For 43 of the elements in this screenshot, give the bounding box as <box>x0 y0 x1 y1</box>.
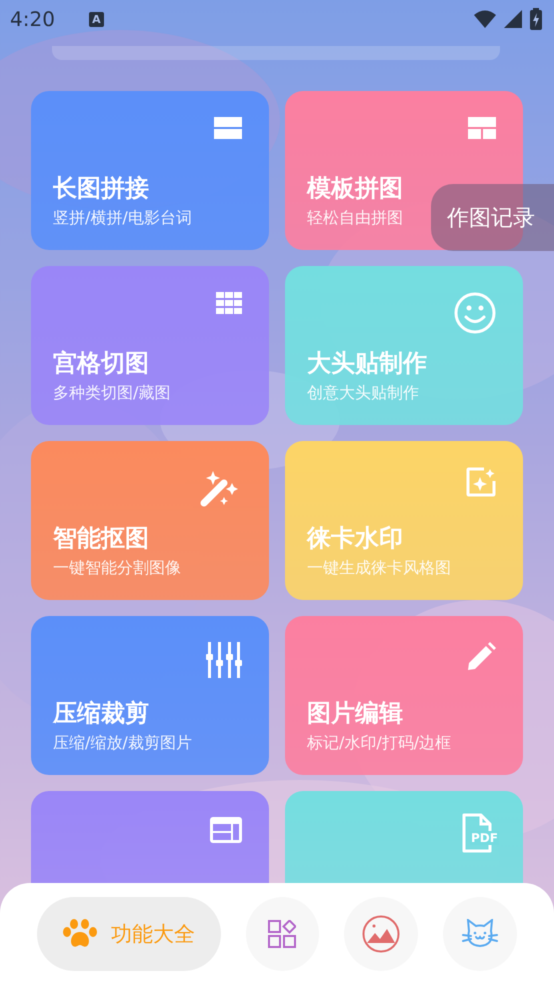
feature-card[interactable]: PDF <box>285 791 523 883</box>
card-title: 压缩裁剪 <box>53 698 149 728</box>
card-subtitle: 多种类切图/藏图 <box>53 382 170 404</box>
card-title: 模板拼图 <box>307 173 403 203</box>
feature-card[interactable]: 压缩裁剪 压缩/缩放/裁剪图片 <box>31 616 269 775</box>
card-title: 大头贴制作 <box>307 348 427 378</box>
card-title: 智能抠图 <box>53 523 149 553</box>
card-subtitle: 压缩/缩放/裁剪图片 <box>53 732 192 754</box>
paw-icon <box>62 918 97 948</box>
feature-card[interactable] <box>31 791 269 883</box>
feature-card[interactable]: 图片编辑 标记/水印/打码/边框 <box>285 616 523 775</box>
image-icon <box>362 914 400 952</box>
feature-card[interactable]: 大头贴制作 创意大头贴制作 <box>285 266 523 425</box>
card-subtitle: 竖拼/横拼/电影台词 <box>53 207 192 229</box>
feature-card[interactable]: 徕卡水印 一键生成徕卡风格图 <box>285 441 523 600</box>
card-title: 长图拼接 <box>53 173 149 203</box>
card-subtitle: 一键智能分割图像 <box>53 557 181 579</box>
card-title: 图片编辑 <box>307 698 403 728</box>
cat-icon <box>462 918 498 948</box>
battery-icon <box>530 8 542 30</box>
card-subtitle: 一键生成徕卡风格图 <box>307 557 451 579</box>
feature-card[interactable]: 智能抠图 一键智能分割图像 <box>31 441 269 600</box>
layout-icon <box>468 117 496 139</box>
wifi-icon <box>474 10 496 28</box>
apps-icon <box>268 920 296 948</box>
browser-window-icon <box>210 817 242 843</box>
history-button[interactable]: 作图记录 <box>431 184 554 251</box>
card-title: 徕卡水印 <box>307 523 403 553</box>
card-subtitle: 创意大头贴制作 <box>307 382 419 404</box>
nav-tab[interactable]: 功能大全 <box>37 896 221 970</box>
rows-icon <box>214 117 242 139</box>
grid-icon <box>216 292 242 314</box>
sliders-icon <box>206 642 242 678</box>
feature-card[interactable]: 宫格切图 多种类切图/藏图 <box>31 266 269 425</box>
card-subtitle: 轻松自由拼图 <box>307 207 403 229</box>
signal-icon <box>504 10 522 28</box>
pencil-icon <box>466 642 496 672</box>
sparkle-frame-icon <box>466 467 496 497</box>
card-title: 宫格切图 <box>53 348 149 378</box>
clock: 4:20 <box>10 7 55 31</box>
feature-card[interactable]: 长图拼接 竖拼/横拼/电影台词 <box>31 91 269 250</box>
smiley-icon <box>454 292 496 334</box>
card-subtitle: 标记/水印/打码/边框 <box>307 732 452 754</box>
